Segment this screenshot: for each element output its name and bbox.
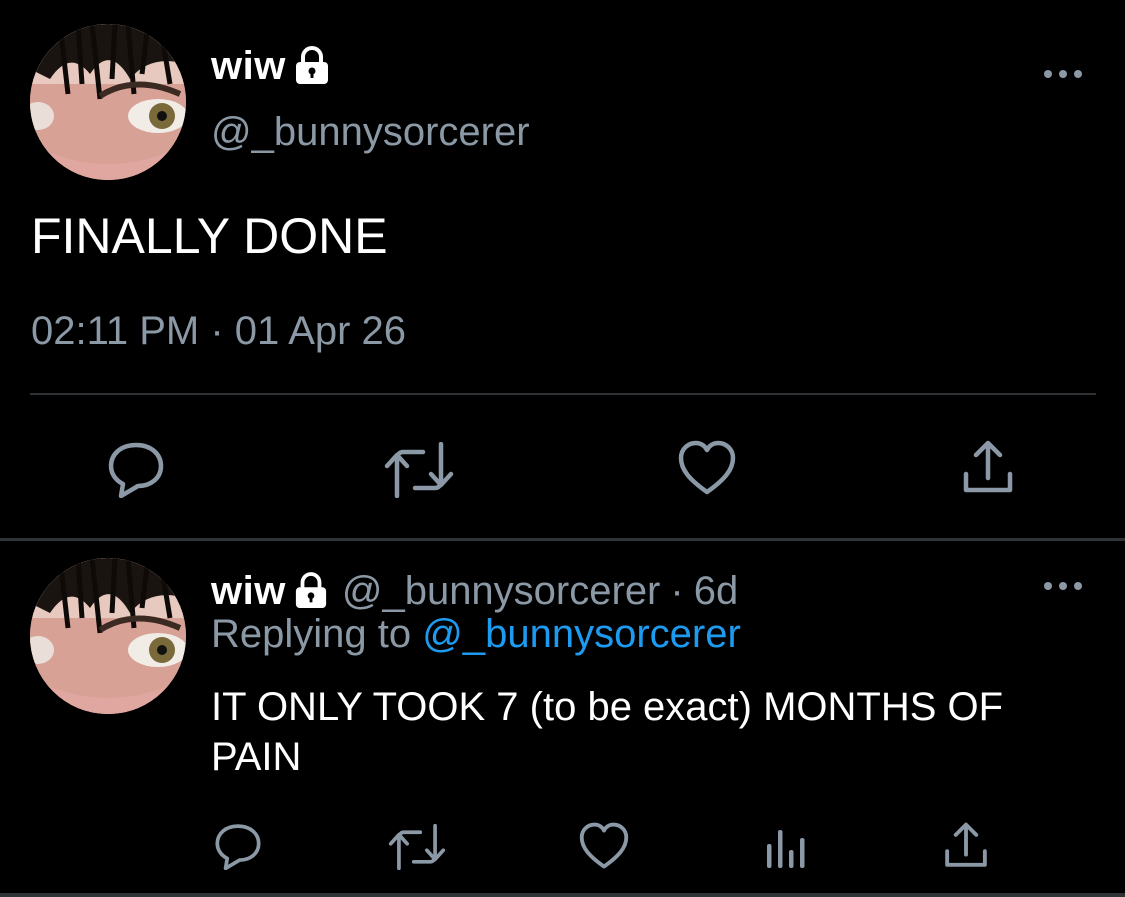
retweet-icon[interactable] <box>383 442 455 498</box>
share-icon[interactable] <box>960 440 1016 496</box>
handle[interactable]: @_bunnysorcerer <box>342 569 661 614</box>
dot-separator: · <box>670 568 684 613</box>
tweet-text: IT ONLY TOOK 7 (to be exact) MONTHS OF P… <box>211 685 1004 779</box>
display-name[interactable]: wiw <box>211 44 286 89</box>
tweet-age[interactable]: 6d <box>694 569 739 614</box>
more-options-icon[interactable] <box>1043 580 1083 592</box>
share-icon[interactable] <box>942 822 990 870</box>
handle[interactable]: @_bunnysorcerer <box>211 110 530 155</box>
reply-icon[interactable] <box>214 822 262 870</box>
more-options-icon[interactable] <box>1043 68 1083 80</box>
tweet-thread: wiw @_bunnysorcerer FINALLY DONE 02:11 P… <box>0 0 1125 897</box>
like-icon[interactable] <box>579 822 629 870</box>
thread-separator <box>0 538 1125 541</box>
main-tweet: wiw @_bunnysorcerer FINALLY DONE 02:11 P… <box>0 0 1125 538</box>
reply-author-row: wiw @_bunnysorcerer · 6d <box>211 566 738 616</box>
retweet-icon[interactable] <box>386 824 448 870</box>
lock-icon <box>294 572 328 610</box>
avatar-image <box>30 24 186 180</box>
like-icon[interactable] <box>678 440 736 496</box>
stats-icon[interactable] <box>766 828 808 868</box>
display-name[interactable]: wiw <box>211 569 286 614</box>
avatar-image <box>30 558 186 714</box>
reply-icon[interactable] <box>107 440 165 498</box>
bottom-divider <box>0 893 1125 897</box>
tweet-text: FINALLY DONE <box>31 208 388 264</box>
author-row: wiw <box>211 42 330 90</box>
avatar[interactable] <box>30 558 186 714</box>
mention-link[interactable]: @_bunnysorcerer <box>422 612 741 656</box>
replying-to-line: Replying to @_bunnysorcerer <box>211 612 741 657</box>
avatar[interactable] <box>30 24 186 180</box>
tweet-timestamp[interactable]: 02:11 PM · 01 Apr 26 <box>31 309 406 354</box>
replying-to-label: Replying to <box>211 612 412 656</box>
divider <box>30 393 1096 395</box>
lock-icon <box>294 46 330 86</box>
